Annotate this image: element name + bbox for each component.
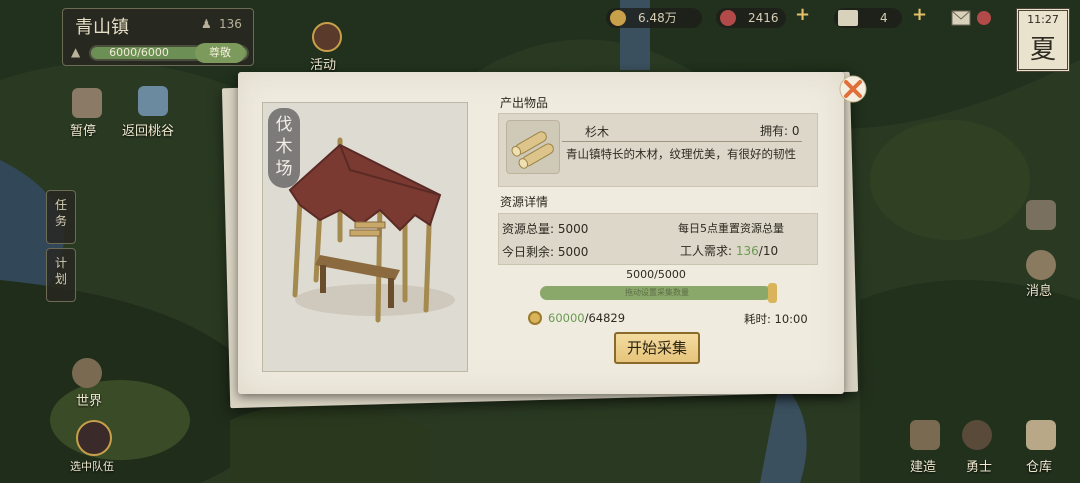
team-avatar[interactable] xyxy=(76,420,112,456)
gem-value: 2416 xyxy=(748,11,779,25)
pause-icon[interactable] xyxy=(72,88,102,118)
add-gem-button[interactable]: + xyxy=(795,6,810,24)
close-icon[interactable] xyxy=(838,74,868,104)
selected-team-label: 选中队伍 xyxy=(70,460,114,473)
strength-icon: ▲ xyxy=(71,45,81,59)
town-name: 青山镇 xyxy=(75,17,129,38)
slider-hint: 拖动设置采集数量 xyxy=(625,288,689,297)
collect-amount-text: 5000/5000 xyxy=(626,268,686,281)
task-tab-label: 任务 xyxy=(54,198,67,228)
item-name: 杉木 xyxy=(585,125,610,139)
season-label: 夏 xyxy=(1029,35,1056,65)
workers-label: 工人需求: xyxy=(680,244,733,258)
mail-icon[interactable] xyxy=(950,8,994,30)
message-label: 消息 xyxy=(1026,284,1053,299)
item-thumbnail[interactable] xyxy=(506,120,560,174)
gem-icon xyxy=(720,10,736,26)
warrior-icon[interactable] xyxy=(962,420,992,450)
copper-coin-icon xyxy=(610,10,626,26)
output-section-title: 产出物品 xyxy=(500,96,549,110)
copper-coin-icon xyxy=(528,311,542,325)
cost-total: /64829 xyxy=(584,311,626,325)
item-owned-count: 拥有: 0 xyxy=(760,124,800,138)
plan-tab-label: 计划 xyxy=(54,256,67,286)
message-icon[interactable] xyxy=(1026,250,1056,280)
world-icon[interactable] xyxy=(72,358,102,388)
world-label: 世界 xyxy=(76,394,103,409)
warehouse-icon[interactable] xyxy=(1026,420,1056,450)
cost-current: 60000 xyxy=(548,311,585,325)
build-icon[interactable] xyxy=(910,420,940,450)
town-info-card[interactable]: 青山镇 ♟ 136 ▲ 6000/6000 尊敬 xyxy=(62,8,254,66)
ticket-icon xyxy=(838,10,858,26)
prosperity-text: 6000/6000 xyxy=(109,46,169,59)
workers-required: 工人需求: 136/10 xyxy=(680,242,778,259)
person-icon: ♟ xyxy=(201,17,212,31)
population-count: 136 xyxy=(219,17,242,31)
warehouse-label: 仓库 xyxy=(1026,460,1053,475)
pause-label: 暂停 xyxy=(70,124,97,139)
workers-required-value: /10 xyxy=(758,244,779,258)
time-cost: 耗时: 10:00 xyxy=(744,312,808,326)
time-season-panel[interactable]: 11:27 夏 xyxy=(1016,8,1070,72)
slider-handle[interactable] xyxy=(768,283,777,303)
return-icon[interactable] xyxy=(138,86,168,116)
clock-time: 11:27 xyxy=(1027,13,1059,26)
return-label: 返回桃谷 xyxy=(122,124,175,139)
reset-note: 每日5点重置资源总量 xyxy=(678,222,784,235)
cost-text: 60000/64829 xyxy=(548,311,625,325)
building-name: 伐木场 xyxy=(275,115,293,179)
workers-current: 136 xyxy=(735,244,759,258)
reputation-badge[interactable]: 尊敬 xyxy=(195,43,245,63)
resource-section-title: 资源详情 xyxy=(500,195,549,209)
start-collect-button[interactable]: 开始采集 xyxy=(614,332,700,364)
activity-label: 活动 xyxy=(310,58,337,73)
item-description: 青山镇特长的木材，纹理优美，有很好的韧性 xyxy=(566,147,796,161)
task-tab[interactable]: 任务 xyxy=(46,190,76,244)
add-ticket-button[interactable]: + xyxy=(912,6,927,24)
flower-icon[interactable] xyxy=(1026,200,1056,230)
plan-tab[interactable]: 计划 xyxy=(46,248,76,302)
resource-total: 资源总量: 5000 xyxy=(502,222,589,236)
copper-resource: 6.48万 xyxy=(606,8,702,28)
resource-remaining: 今日剩余: 5000 xyxy=(502,245,589,259)
wood-log-icon xyxy=(511,131,554,169)
activity-icon[interactable] xyxy=(312,22,342,52)
copper-value: 6.48万 xyxy=(638,11,677,25)
ticket-resource: 4 xyxy=(834,8,902,28)
gem-resource: 2416 xyxy=(716,8,786,28)
lumber-shed-image xyxy=(288,137,455,323)
ticket-value: 4 xyxy=(880,11,888,25)
item-divider xyxy=(562,141,802,142)
warrior-label: 勇士 xyxy=(966,460,993,475)
build-label: 建造 xyxy=(910,460,937,475)
